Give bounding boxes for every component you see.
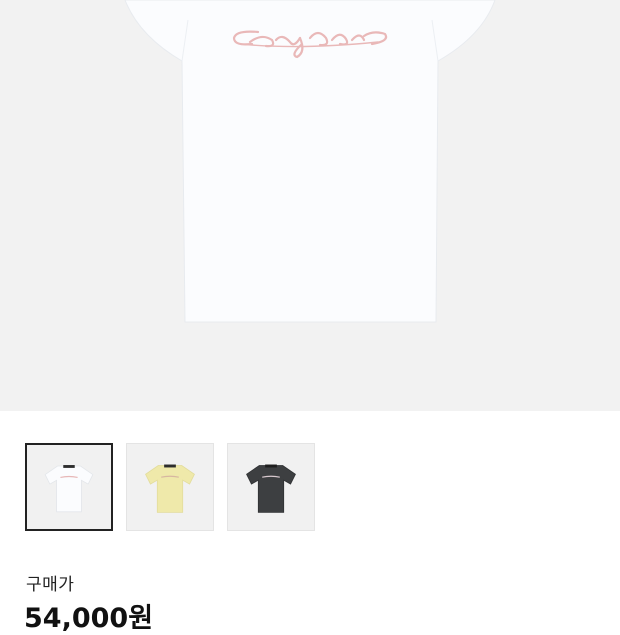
- color-thumbnails: [25, 443, 315, 532]
- white-tshirt-thumbnail-icon: [44, 465, 94, 513]
- thumbnail-yellow[interactable]: [126, 443, 214, 531]
- yellow-tshirt-thumbnail-icon: [145, 464, 195, 513]
- price-label: 구매가: [26, 575, 75, 595]
- product-main-image: [0, 0, 620, 411]
- thumbnail-charcoal[interactable]: [227, 443, 315, 531]
- charcoal-tshirt-thumbnail-icon: [246, 464, 296, 513]
- price-value: 54,000원: [24, 603, 154, 634]
- white-tshirt-illustration: [124, 0, 496, 323]
- thumbnail-white[interactable]: [25, 443, 113, 531]
